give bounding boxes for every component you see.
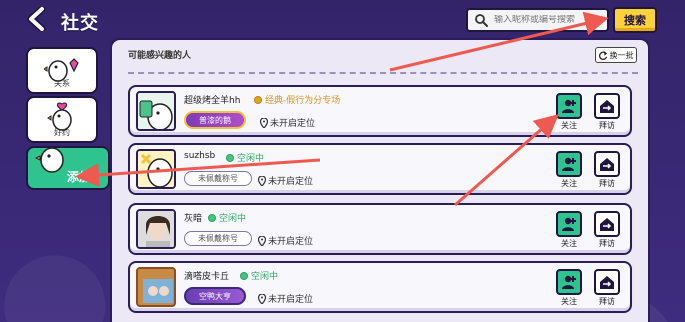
section-title: 可能感兴趣的人 bbox=[128, 51, 192, 61]
follow-label: 关注 bbox=[561, 179, 577, 188]
location-text: 未开启定位 bbox=[270, 119, 316, 129]
page-title: 社交 bbox=[61, 13, 99, 34]
status-text: 经典-假行为分专场 bbox=[265, 96, 341, 106]
status-text: 空闲中 bbox=[251, 272, 279, 282]
location-text: 未开启定位 bbox=[268, 295, 314, 305]
status-text: 空闲中 bbox=[219, 214, 247, 224]
search-icon bbox=[468, 10, 494, 30]
avatar[interactable] bbox=[136, 91, 176, 131]
goose-icon bbox=[34, 147, 64, 173]
location-text: 未开启定位 bbox=[268, 177, 314, 187]
visit-label: 拜访 bbox=[599, 121, 615, 130]
location-pin-icon bbox=[258, 235, 266, 246]
visit-label: 拜访 bbox=[599, 239, 615, 248]
title-badge: 未佩戴称号 bbox=[184, 171, 252, 186]
goose-icon bbox=[44, 58, 79, 82]
location: 未开启定位 bbox=[258, 174, 313, 187]
status-dot-icon bbox=[240, 271, 248, 280]
status-text: 空闲中 bbox=[237, 154, 265, 164]
status-dot-icon bbox=[208, 213, 216, 222]
title-badge: 未佩戴称号 bbox=[184, 231, 252, 246]
list-item: 滴嗒皮卡丘 空闲中 空鸭大亨 未开启定位 关注 拜访 bbox=[128, 261, 632, 313]
location: 未开启定位 bbox=[258, 292, 313, 305]
add-user-icon bbox=[562, 275, 576, 289]
visit-button[interactable]: 拜访 bbox=[594, 93, 620, 131]
list-item: 灰暗 空闲中 未佩戴称号 未开启定位 关注 拜访 bbox=[128, 203, 632, 255]
visit-label: 拜访 bbox=[599, 297, 615, 306]
goose-icon bbox=[47, 102, 72, 131]
back-arrow-icon[interactable] bbox=[26, 5, 48, 33]
follow-button[interactable]: 关注 bbox=[556, 93, 582, 131]
status-dot-icon bbox=[226, 153, 234, 162]
home-icon bbox=[600, 100, 614, 113]
status-dot-icon bbox=[254, 95, 262, 104]
list-item: suzhsb 空闲中 未佩戴称号 未开启定位 关注 拜访 bbox=[128, 143, 632, 195]
status: 空闲中 bbox=[240, 269, 278, 282]
title-badge: 普漆的鹅 bbox=[184, 111, 246, 129]
location-pin-icon bbox=[258, 293, 266, 304]
location-text: 未开启定位 bbox=[268, 237, 314, 247]
location: 未开启定位 bbox=[258, 234, 313, 247]
tab-relations[interactable]: 关系 bbox=[26, 47, 98, 94]
add-user-icon bbox=[562, 99, 576, 113]
visit-label: 拜访 bbox=[599, 179, 615, 188]
divider bbox=[128, 72, 638, 74]
location-pin-icon bbox=[260, 117, 268, 128]
visit-button[interactable]: 拜访 bbox=[594, 151, 620, 189]
status: 经典-假行为分专场 bbox=[254, 93, 340, 106]
location: 未开启定位 bbox=[260, 116, 315, 129]
location-pin-icon bbox=[258, 175, 266, 186]
follow-label: 关注 bbox=[561, 121, 577, 130]
refresh-button[interactable]: 换一批 bbox=[595, 47, 637, 63]
list-item: 超级烤全羊hh 经典-假行为分专场 普漆的鹅 未开启定位 关注 拜访 bbox=[128, 85, 632, 137]
refresh-label: 换一批 bbox=[609, 50, 634, 60]
tab-add[interactable]: 添加 bbox=[26, 146, 110, 190]
top-bar: 社交 搜索 bbox=[0, 0, 685, 40]
add-user-icon bbox=[562, 157, 576, 171]
avatar[interactable] bbox=[136, 209, 176, 249]
visit-button[interactable]: 拜访 bbox=[594, 269, 620, 307]
title-badge: 空鸭大亨 bbox=[184, 287, 246, 305]
home-icon bbox=[600, 276, 614, 289]
follow-label: 关注 bbox=[561, 297, 577, 306]
status: 空闲中 bbox=[226, 151, 264, 164]
status: 空闲中 bbox=[208, 211, 246, 224]
home-icon bbox=[600, 158, 614, 171]
search-field[interactable] bbox=[466, 8, 609, 32]
follow-button[interactable]: 关注 bbox=[556, 151, 582, 189]
visit-button[interactable]: 拜访 bbox=[594, 211, 620, 249]
player-name: 灰暗 bbox=[184, 214, 203, 224]
home-icon bbox=[600, 218, 614, 231]
tab-friends[interactable]: 好约 bbox=[26, 96, 98, 143]
avatar[interactable] bbox=[136, 149, 176, 189]
player-name: suzhsb bbox=[184, 151, 216, 161]
search-button[interactable]: 搜索 bbox=[613, 7, 657, 33]
follow-label: 关注 bbox=[561, 239, 577, 248]
player-name: 滴嗒皮卡丘 bbox=[184, 272, 230, 282]
avatar[interactable] bbox=[136, 267, 176, 307]
follow-button[interactable]: 关注 bbox=[556, 269, 582, 307]
follow-button[interactable]: 关注 bbox=[556, 211, 582, 249]
refresh-icon bbox=[598, 51, 607, 60]
player-name: 超级烤全羊hh bbox=[184, 96, 241, 106]
search-input[interactable] bbox=[494, 15, 604, 25]
add-user-icon bbox=[562, 217, 576, 231]
